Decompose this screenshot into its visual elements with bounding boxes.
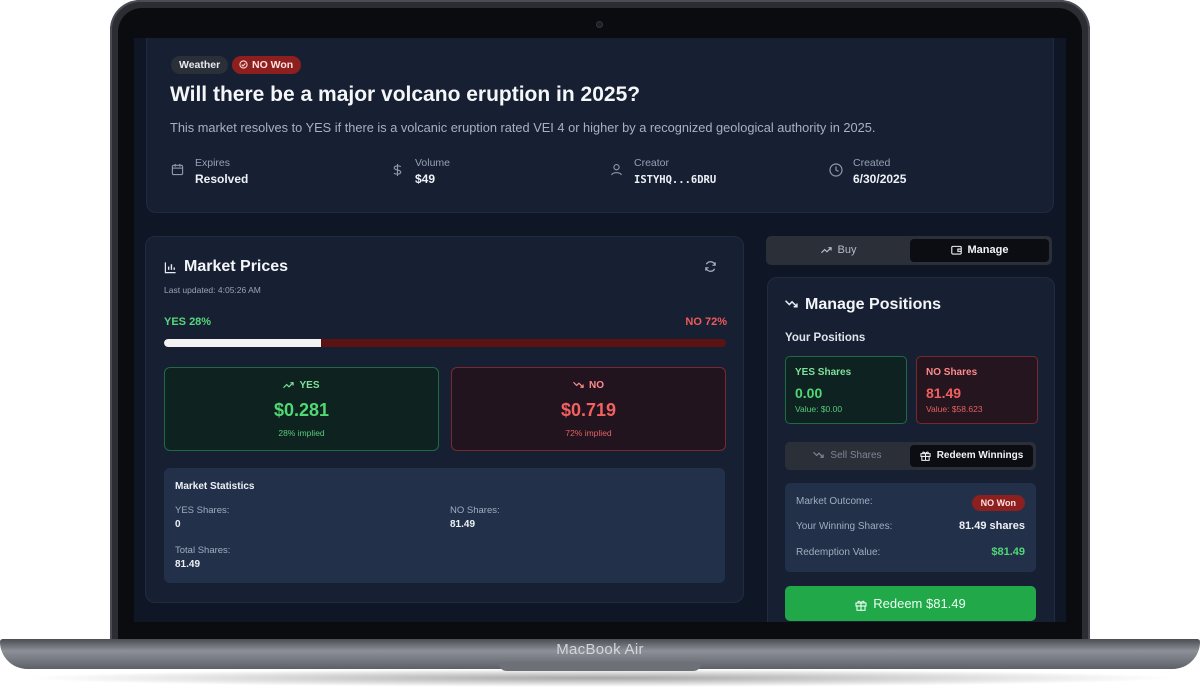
trade-tabs: Buy Manage [766,236,1052,265]
app-screen: Weather NO Won Will there be a major vol… [134,38,1066,622]
no-shares-value: 81.49 [450,519,476,530]
laptop-shadow [20,669,1180,687]
status-badge-label: NO Won [252,59,294,71]
trending-down-icon [813,451,825,459]
manage-positions-heading: Manage Positions [785,296,941,314]
winning-shares-label: Your Winning Shares: [796,521,893,532]
manage-subtabs: Sell Shares Redeem Winnings [785,442,1036,470]
no-percent-label: NO 72% [685,316,727,328]
yes-shares-value: 0 [175,519,181,530]
tab-redeem-winnings-label: Redeem Winnings [936,450,1024,461]
redemption-summary: Market Outcome: NO Won Your Winning Shar… [785,483,1036,572]
calendar-icon [171,163,184,176]
user-icon [610,163,623,176]
trending-up-icon [283,381,295,389]
refresh-icon [704,260,717,273]
market-title: Will there be a major volcano eruption i… [170,83,641,106]
check-circle-icon [239,60,248,69]
no-position-value: 81.49 [926,385,962,401]
yes-position-value: 0.00 [795,385,823,401]
category-badge: Weather [171,56,229,74]
tab-sell-shares-label: Sell Shares [830,450,882,461]
created-label: Created [853,157,891,169]
no-implied: 72% implied [565,428,612,438]
winning-shares-value: 81.49 shares [958,520,1025,532]
creator-value[interactable]: ISTYHQ...6DRU [634,174,716,186]
total-shares-label: Total Shares: [175,545,231,556]
yes-price-card[interactable]: YES $0.281 28% implied [164,367,439,451]
market-outcome-badge: NO Won [971,495,1025,511]
manage-positions-title: Manage Positions [805,296,942,313]
market-prices-card: Market Prices Last updated: 4:05:26 AM Y… [145,236,744,603]
market-header-card: Weather NO Won Will there be a major vol… [146,38,1054,213]
wallet-icon [950,245,962,255]
yes-position-card: YES Shares 0.00 Value: $0.00 [785,356,907,424]
status-badge: NO Won [232,56,302,74]
yes-price-header: YES [165,380,438,391]
no-price-card[interactable]: NO $0.719 72% implied [451,367,726,451]
no-position-label: NO Shares [926,367,978,378]
gift-icon [920,450,931,461]
yes-implied: 28% implied [278,428,325,438]
no-price-label: NO [589,380,604,391]
redemption-value-label: Redemption Value: [796,547,881,558]
tab-manage[interactable]: Manage [910,239,1049,262]
yes-shares-label: YES Shares: [175,505,230,516]
tab-buy[interactable]: Buy [769,239,908,262]
last-updated: Last updated: 4:05:26 AM [164,285,261,295]
created-value: 6/30/2025 [853,172,907,186]
dollar-icon [391,163,404,177]
camera-icon [596,21,603,28]
yes-percent-label: YES 28% [164,316,212,328]
tab-manage-label: Manage [967,244,1009,256]
trending-up-icon [820,246,832,254]
market-statistics: Market Statistics YES Shares: 0 NO Share… [164,468,725,583]
laptop-notch [498,662,702,671]
market-prices-heading: Market Prices [164,258,288,276]
volume-label: Volume [415,157,451,169]
tab-sell-shares[interactable]: Sell Shares [788,445,907,467]
redeem-button[interactable]: Redeem $81.49 [785,586,1036,621]
total-shares-value: 81.49 [175,559,201,570]
tab-redeem-winnings[interactable]: Redeem Winnings [910,445,1033,467]
tab-buy-label: Buy [837,244,857,256]
no-shares-label: NO Shares: [450,505,500,516]
refresh-button[interactable] [704,260,717,273]
probability-bar [164,339,726,347]
market-prices-title: Market Prices [184,258,289,275]
statistics-title: Market Statistics [175,481,255,492]
volume-value: $49 [415,172,436,186]
market-outcome-label: Market Outcome: [796,496,873,507]
manage-positions-card: Manage Positions Your Positions YES Shar… [767,277,1055,622]
laptop-brand-label: MacBook Air [556,641,644,658]
creator-label: Creator [634,157,670,169]
expires-value: Resolved [195,172,249,186]
redeem-button-label: Redeem $81.49 [873,596,966,611]
expires-label: Expires [195,157,231,169]
trending-down-icon [573,381,584,389]
yes-price-value: $0.281 [273,400,330,420]
redemption-value: $81.49 [991,546,1025,558]
bar-chart-icon [164,261,177,274]
gift-icon [855,599,867,611]
clock-icon [829,163,843,177]
no-price-header: NO [452,380,725,391]
yes-position-label: YES Shares [795,367,852,378]
market-description: This market resolves to YES if there is … [170,120,876,135]
no-price-value: $0.719 [560,400,617,420]
probability-bar-yes-fill [164,339,322,347]
yes-price-label: YES [299,380,320,391]
your-positions-label: Your Positions [785,332,866,344]
yes-position-worth: Value: $0.00 [795,404,843,414]
no-position-worth: Value: $58.623 [926,404,983,414]
no-position-card: NO Shares 81.49 Value: $58.623 [916,356,1038,424]
trending-down-icon [785,299,798,309]
